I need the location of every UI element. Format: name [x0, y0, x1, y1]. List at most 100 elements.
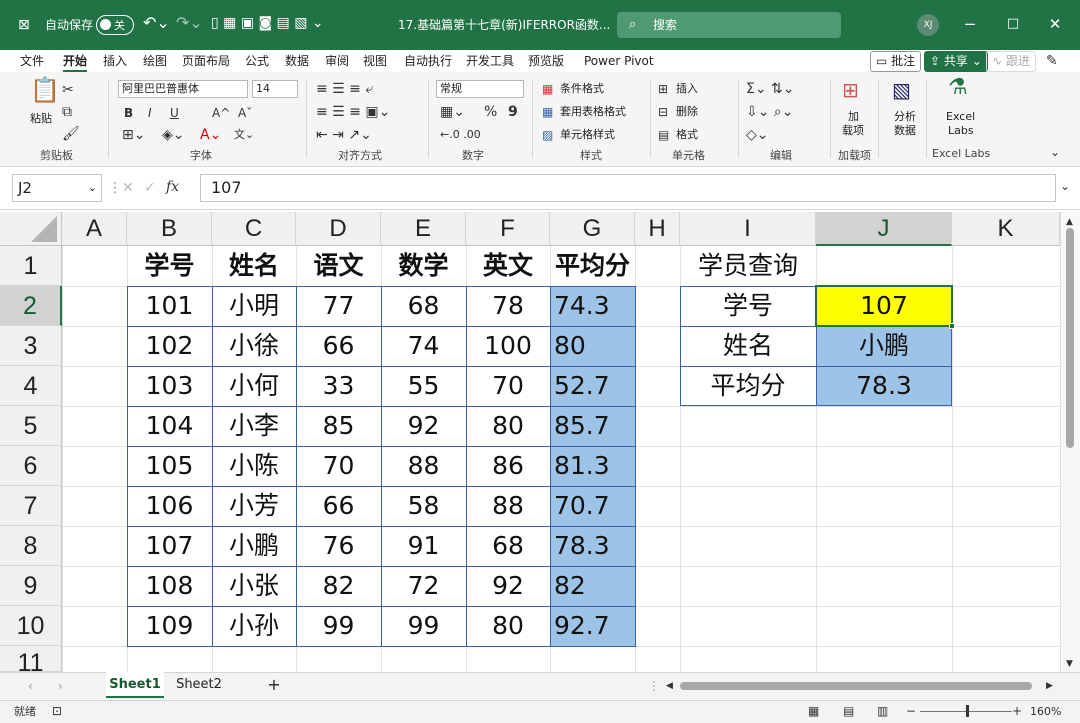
addins-label-2[interactable]: 载项 [842, 124, 864, 138]
row-header-8[interactable]: 8 [0, 526, 62, 566]
cell-style-button[interactable]: 单元格样式 [560, 128, 615, 142]
analyze-label-2[interactable]: 数据 [894, 124, 916, 138]
menu-developer[interactable]: 开发工具 [466, 53, 514, 69]
scroll-down-icon[interactable]: ▼ [1066, 656, 1073, 672]
lookup-title[interactable]: 学员查询 [680, 246, 816, 286]
table-cell-id[interactable]: 104 [127, 406, 212, 446]
formula-input[interactable]: 107 [200, 174, 1056, 202]
add-sheet-button[interactable]: + [262, 672, 286, 698]
row-header-6[interactable]: 6 [0, 446, 62, 486]
menu-home[interactable]: 开始 [63, 53, 87, 69]
col-header-k[interactable]: K [952, 212, 1060, 246]
table-cell-english[interactable]: 70 [466, 366, 550, 406]
table-cell-chinese[interactable]: 66 [296, 326, 381, 366]
table-cell-id[interactable]: 107 [127, 526, 212, 566]
lookup-label-id[interactable]: 学号 [680, 286, 816, 326]
sheet-tab-sheet1[interactable]: Sheet1 [106, 672, 164, 698]
table-cell-english[interactable]: 68 [466, 526, 550, 566]
row-header-9[interactable]: 9 [0, 566, 62, 606]
table-format-button[interactable]: 套用表格格式 [560, 105, 626, 119]
align-top-icon[interactable]: ≡ ☰ ≡ ⤶ [316, 81, 373, 97]
phonetic-icon[interactable]: 文⌄ [234, 127, 254, 143]
comma-button[interactable]: 9 [508, 104, 518, 120]
scroll-right-icon[interactable]: ▶ [1046, 678, 1053, 694]
vertical-scroll-thumb[interactable] [1066, 228, 1074, 448]
excel-labs-icon[interactable]: ⚗ [948, 77, 968, 99]
labs-label-2[interactable]: Labs [948, 124, 974, 138]
number-format-select[interactable]: 常规 [436, 80, 524, 98]
menu-review[interactable]: 审阅 [325, 53, 349, 69]
format-painter-icon[interactable]: 🖌 [62, 126, 80, 142]
menu-page-layout[interactable]: 页面布局 [182, 53, 230, 69]
font-name-select[interactable]: 阿里巴巴普惠体 [118, 80, 248, 98]
table-cell-name[interactable]: 小张 [212, 566, 296, 606]
table-cell-name[interactable]: 小李 [212, 406, 296, 446]
row-header-5[interactable]: 5 [0, 406, 62, 446]
table-cell-chinese[interactable]: 76 [296, 526, 381, 566]
table-cell-average[interactable]: 78.3 [550, 526, 635, 566]
menu-view[interactable]: 视图 [363, 53, 387, 69]
close-icon[interactable]: ✕ [1043, 14, 1067, 34]
row-header-7[interactable]: 7 [0, 486, 62, 526]
table-cell-chinese[interactable]: 66 [296, 486, 381, 526]
table-cell-math[interactable]: 88 [381, 446, 466, 486]
pen-icon[interactable]: ✎ [1046, 53, 1058, 69]
zoom-slider-thumb[interactable] [966, 705, 969, 717]
table-cell-math[interactable]: 74 [381, 326, 466, 366]
expand-formula-icon[interactable]: ⌄ [1060, 178, 1070, 194]
table-cell-average[interactable]: 70.7 [550, 486, 635, 526]
table-cell-average[interactable]: 52.7 [550, 366, 635, 406]
file-name[interactable]: 17.基础篇第十七章(新)IFERROR函数... ⌄ [398, 17, 624, 33]
table-cell-id[interactable]: 102 [127, 326, 212, 366]
table-cell-math[interactable]: 72 [381, 566, 466, 606]
ribbon-collapse-icon[interactable]: ⌄ [1050, 144, 1060, 160]
col-header-b[interactable]: B [127, 212, 212, 246]
conditional-format-button[interactable]: 条件格式 [560, 82, 604, 96]
decimal-icon[interactable]: ←.0 .00 [440, 127, 481, 143]
select-all-corner[interactable] [0, 212, 62, 246]
table-cell-math[interactable]: 91 [381, 526, 466, 566]
table-cell-average[interactable]: 82 [550, 566, 635, 606]
horizontal-scrollbar[interactable]: ◀ ▶ [664, 676, 1060, 696]
table-cell-name[interactable]: 小鹏 [212, 526, 296, 566]
paste-icon[interactable]: 📋 [30, 78, 60, 102]
shrink-font-button[interactable]: Aˇ [238, 105, 252, 121]
cut-icon[interactable]: ✂ [62, 82, 74, 98]
col-header-h[interactable]: H [635, 212, 680, 246]
qat-icons[interactable]: ▯ ▦ ▣ ◙ ▤ ▧ ⌄ [211, 15, 324, 31]
accessibility-icon[interactable]: ⊡ [52, 704, 62, 718]
col-header-d[interactable]: D [296, 212, 381, 246]
table-cell-average[interactable]: 74.3 [550, 286, 635, 326]
lookup-value-name[interactable]: 小鹏 [816, 326, 952, 366]
table-cell-chinese[interactable]: 99 [296, 606, 381, 646]
table-format-icon[interactable]: ▦ [542, 104, 553, 120]
align-left-icon[interactable]: ≡ ☰ ≡ ▣⌄ [316, 104, 390, 120]
name-box[interactable]: J2 ⌄ [12, 174, 102, 202]
table-header-average[interactable]: 平均分 [550, 246, 635, 286]
table-header-name[interactable]: 姓名 [212, 246, 296, 286]
scroll-left-icon[interactable]: ◀ [666, 678, 673, 694]
delete-cells-icon[interactable]: ⊟ [658, 104, 668, 120]
vertical-scrollbar[interactable]: ▲ ▼ [1060, 212, 1080, 672]
table-cell-id[interactable]: 109 [127, 606, 212, 646]
percent-button[interactable]: % [484, 104, 497, 120]
redo-icon[interactable]: ↷⌄ [176, 15, 203, 31]
bold-button[interactable]: B [124, 105, 133, 121]
copy-icon[interactable]: ⧉ [62, 104, 72, 120]
analyze-label-1[interactable]: 分析 [894, 110, 916, 124]
col-header-i[interactable]: I [680, 212, 816, 246]
row-header-1[interactable]: 1 [0, 246, 62, 286]
table-cell-name[interactable]: 小明 [212, 286, 296, 326]
table-cell-chinese[interactable]: 77 [296, 286, 381, 326]
col-header-e[interactable]: E [381, 212, 466, 246]
zoom-in-button[interactable]: + [1012, 704, 1022, 718]
fill-handle[interactable] [949, 323, 955, 329]
col-header-a[interactable]: A [62, 212, 127, 246]
enter-icon[interactable]: ✓ [144, 180, 156, 196]
splitter-icon[interactable]: ⋮ [648, 678, 660, 694]
normal-view-icon[interactable]: ▦ [808, 704, 819, 718]
horizontal-scroll-thumb[interactable] [680, 682, 1032, 690]
table-cell-english[interactable]: 80 [466, 606, 550, 646]
table-cell-chinese[interactable]: 33 [296, 366, 381, 406]
menu-draw[interactable]: 绘图 [143, 53, 167, 69]
